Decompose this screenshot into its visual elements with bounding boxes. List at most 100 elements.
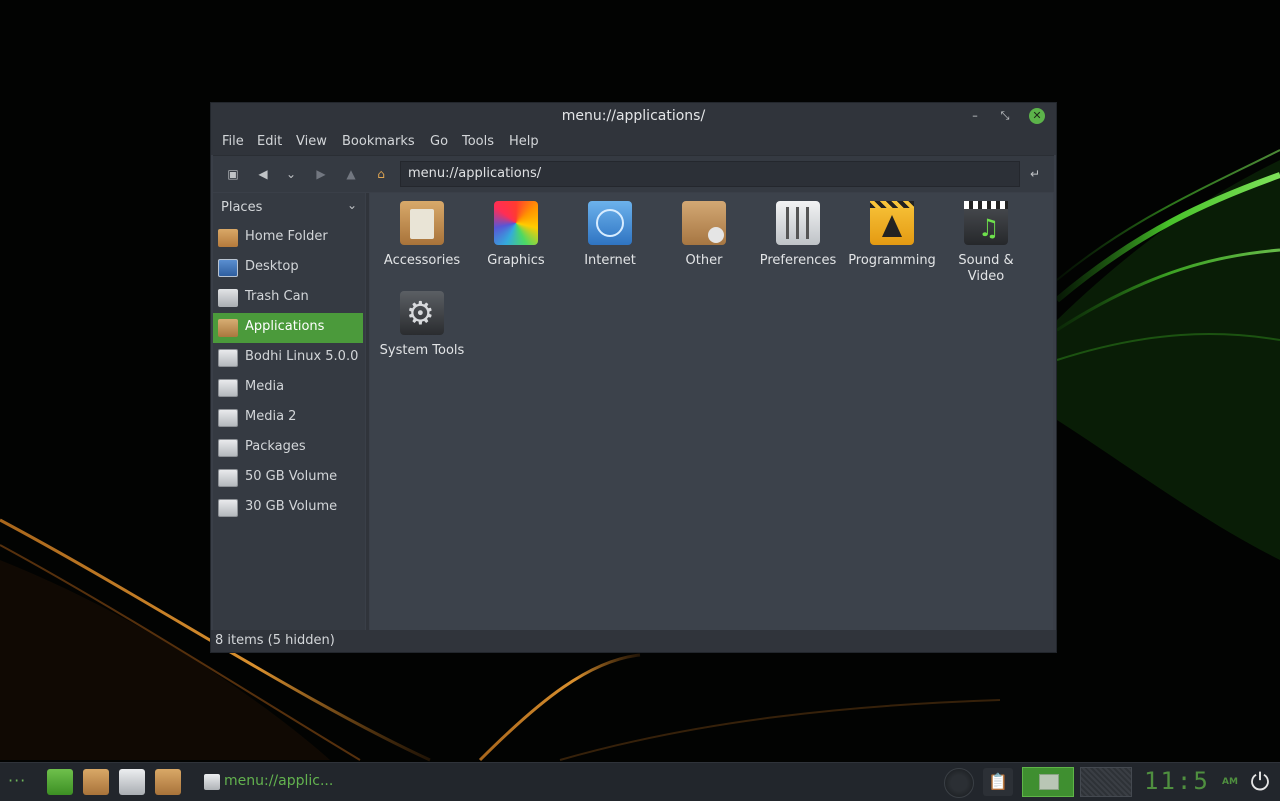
drive-icon	[218, 379, 238, 397]
sidebar-item-label: Desktop	[245, 259, 299, 274]
pager-desktop-2[interactable]	[1080, 767, 1132, 797]
item-label: Other	[685, 253, 723, 268]
calculator-icon	[400, 201, 444, 245]
back-arrow-icon[interactable]: ◀	[253, 164, 273, 184]
item-label: Programming	[848, 253, 936, 268]
close-button[interactable]: ✕	[1029, 108, 1045, 124]
maximize-button[interactable]: ⤡	[997, 108, 1013, 124]
sidebar-item-label: Home Folder	[245, 229, 328, 244]
desktop-icon	[218, 259, 238, 277]
sidebar-item-label: Media 2	[245, 409, 297, 424]
globe-icon	[588, 201, 632, 245]
folder-item-preferences[interactable]: Preferences	[751, 201, 845, 269]
drive-icon	[218, 439, 238, 457]
sidebar-item-bodhi-linux[interactable]: Bodhi Linux 5.0.0	[213, 343, 363, 373]
sidebar-item-label: Media	[245, 379, 285, 394]
places-title: Places	[221, 200, 263, 215]
menu-file[interactable]: File	[222, 134, 244, 149]
record-icon[interactable]	[944, 768, 974, 798]
sidebar-item-label: Trash Can	[245, 289, 309, 304]
sidebar-item-trash-can[interactable]: Trash Can	[213, 283, 363, 313]
item-label: Sound & Video	[958, 253, 1014, 284]
menu-bookmarks[interactable]: Bookmarks	[342, 134, 415, 149]
menu-go[interactable]: Go	[430, 134, 448, 149]
sidebar-item-50gb-volume[interactable]: 50 GB Volume	[213, 463, 363, 493]
sidebar-item-label: Bodhi Linux 5.0.0	[245, 349, 359, 364]
sidebar-item-label: Packages	[245, 439, 306, 454]
power-icon[interactable]: ⏻	[1245, 767, 1275, 797]
file-manager-window: menu://applications/ – ⤡ ✕ File Edit Vie…	[210, 102, 1057, 653]
sidebar-item-desktop[interactable]: Desktop	[213, 253, 363, 283]
clock: 11:5	[1144, 767, 1210, 795]
chevron-down-icon[interactable]: ⌄	[347, 198, 357, 212]
minimize-button[interactable]: –	[967, 108, 983, 124]
drive-icon	[218, 469, 238, 487]
home-folder-icon	[218, 229, 238, 247]
sidebar-item-applications[interactable]: Applications	[213, 313, 363, 343]
icon-view: Accessories Graphics Internet Other Pref…	[370, 193, 1053, 630]
menu-edit[interactable]: Edit	[257, 134, 282, 149]
toolbar: ▣ ◀ ⌄ ▶ ▲ ⌂ menu://applications/ ↵	[213, 155, 1054, 192]
folder-item-system-tools[interactable]: ⚙ System Tools	[375, 291, 469, 359]
window-title: menu://applications/	[561, 108, 706, 124]
folder-item-graphics[interactable]: Graphics	[469, 201, 563, 269]
forward-arrow-icon[interactable]: ▶	[311, 164, 331, 184]
drive-icon	[218, 409, 238, 427]
sidebar-item-30gb-volume[interactable]: 30 GB Volume	[213, 493, 363, 523]
menu-tools[interactable]: Tools	[462, 134, 494, 149]
menu-help[interactable]: Help	[509, 134, 539, 149]
sidebar-item-label: 50 GB Volume	[245, 469, 338, 484]
menu-bar: File Edit View Bookmarks Go Tools Help	[211, 129, 1056, 155]
places-header[interactable]: Places ⌄	[213, 193, 365, 221]
pager-window-thumb	[1039, 774, 1059, 790]
history-dropdown-icon[interactable]: ⌄	[281, 164, 301, 184]
construction-icon	[870, 201, 914, 245]
clock-ampm: AM	[1222, 777, 1238, 787]
clipboard-icon[interactable]: 📋	[983, 768, 1013, 796]
menu-view[interactable]: View	[296, 134, 327, 149]
package-gear-icon	[682, 201, 726, 245]
trash-icon	[218, 289, 238, 307]
folder-item-programming[interactable]: Programming	[845, 201, 939, 269]
drive-icon	[218, 499, 238, 517]
clapper-music-icon: ♫	[964, 201, 1008, 245]
terminal-icon[interactable]: ▣	[223, 164, 243, 184]
folder-item-other[interactable]: Other	[657, 201, 751, 269]
drive-icon	[204, 774, 220, 790]
item-label: Graphics	[487, 253, 545, 268]
home-icon[interactable]: ⌂	[371, 164, 391, 184]
sidebar-item-packages[interactable]: Packages	[213, 433, 363, 463]
status-text: 8 items (5 hidden)	[215, 633, 335, 648]
item-label: Accessories	[383, 253, 461, 268]
item-label: Internet	[584, 253, 636, 268]
gear-icon: ⚙	[400, 291, 444, 335]
sidebar-item-home-folder[interactable]: Home Folder	[213, 223, 363, 253]
applications-icon	[218, 319, 238, 337]
app-menu-dots-icon[interactable]: ···	[8, 771, 26, 790]
launcher-icon[interactable]	[47, 769, 73, 795]
item-label: System Tools	[379, 343, 465, 358]
taskbar: ··· menu://applic... 📋 11:5 AM ⏻	[0, 762, 1280, 801]
pager-desktop-1[interactable]	[1022, 767, 1074, 797]
folder-item-internet[interactable]: Internet	[563, 201, 657, 269]
sidebar-item-label: 30 GB Volume	[245, 499, 338, 514]
folder-item-accessories[interactable]: Accessories	[375, 201, 469, 269]
disc-drive-icon	[218, 349, 238, 367]
up-arrow-icon[interactable]: ▲	[341, 164, 361, 184]
title-bar[interactable]: menu://applications/ – ⤡ ✕	[211, 103, 1056, 129]
go-icon[interactable]: ↵	[1025, 164, 1045, 184]
sidebar-item-media-2[interactable]: Media 2	[213, 403, 363, 433]
color-wheel-icon	[494, 201, 538, 245]
file-manager-icon[interactable]	[119, 769, 145, 795]
address-input[interactable]: menu://applications/	[400, 161, 1020, 187]
status-bar: 8 items (5 hidden)	[211, 630, 1056, 652]
places-sidebar: Places ⌄ Home Folder Desktop Trash Can A…	[213, 193, 365, 630]
pane-splitter[interactable]	[366, 193, 369, 630]
package-installer-icon[interactable]	[83, 769, 109, 795]
task-file-manager[interactable]: menu://applic...	[200, 769, 340, 795]
sidebar-item-media[interactable]: Media	[213, 373, 363, 403]
sidebar-item-label: Applications	[245, 319, 325, 334]
sliders-icon	[776, 201, 820, 245]
app-center-icon[interactable]	[155, 769, 181, 795]
folder-item-sound-video[interactable]: ♫ Sound & Video	[939, 201, 1033, 285]
